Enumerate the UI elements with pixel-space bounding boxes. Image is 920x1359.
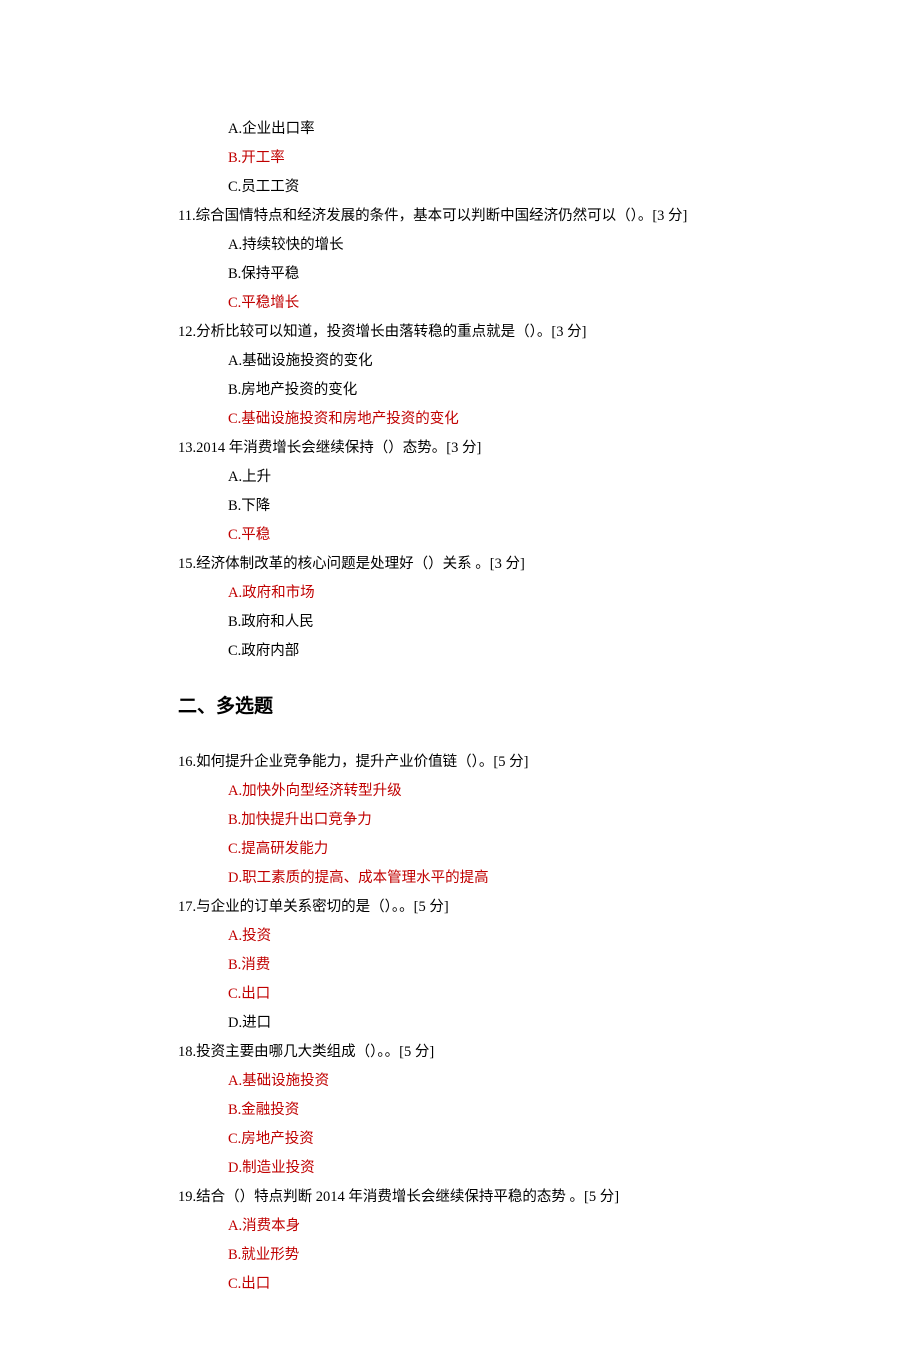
question-stem: 11.综合国情特点和经济发展的条件，基本可以判断中国经济仍然可以（）。[3 分] xyxy=(178,202,778,231)
question-stem: 17.与企业的订单关系密切的是（）。。[5 分] xyxy=(178,893,778,922)
option: C.政府内部 xyxy=(228,637,778,666)
option-correct: D.职工素质的提高、成本管理水平的提高 xyxy=(228,864,778,893)
option: B.政府和人民 xyxy=(228,608,778,637)
option-correct: C.提高研发能力 xyxy=(228,835,778,864)
option-correct: A.投资 xyxy=(228,922,778,951)
option-correct: A.消费本身 xyxy=(228,1212,778,1241)
section-title-multiple-choice: 二、多选题 xyxy=(178,688,778,726)
option-correct: B.加快提升出口竞争力 xyxy=(228,806,778,835)
page-content: A.企业出口率 B.开工率 C.员工工资 11.综合国情特点和经济发展的条件，基… xyxy=(178,115,778,1299)
option: A.上升 xyxy=(228,463,778,492)
option: A.企业出口率 xyxy=(228,115,778,144)
option: B.房地产投资的变化 xyxy=(228,376,778,405)
question-stem: 16.如何提升企业竞争能力，提升产业价值链（）。[5 分] xyxy=(178,748,778,777)
option: A.基础设施投资的变化 xyxy=(228,347,778,376)
option: C.员工工资 xyxy=(228,173,778,202)
option-correct: C.平稳 xyxy=(228,521,778,550)
option-correct: C.房地产投资 xyxy=(228,1125,778,1154)
option: D.进口 xyxy=(228,1009,778,1038)
option-correct: D.制造业投资 xyxy=(228,1154,778,1183)
option-correct: B.金融投资 xyxy=(228,1096,778,1125)
option-correct: A.加快外向型经济转型升级 xyxy=(228,777,778,806)
option-correct: C.平稳增长 xyxy=(228,289,778,318)
question-stem: 12.分析比较可以知道，投资增长由落转稳的重点就是（）。[3 分] xyxy=(178,318,778,347)
option: A.持续较快的增长 xyxy=(228,231,778,260)
question-stem: 18.投资主要由哪几大类组成（）。。[5 分] xyxy=(178,1038,778,1067)
question-stem: 15.经济体制改革的核心问题是处理好（）关系 。[3 分] xyxy=(178,550,778,579)
question-stem: 19.结合（）特点判断 2014 年消费增长会继续保持平稳的态势 。[5 分] xyxy=(178,1183,778,1212)
option-correct: C.出口 xyxy=(228,1270,778,1299)
option-correct: B.开工率 xyxy=(228,144,778,173)
option-correct: A.政府和市场 xyxy=(228,579,778,608)
option-correct: B.就业形势 xyxy=(228,1241,778,1270)
option: B.下降 xyxy=(228,492,778,521)
option-correct: B.消费 xyxy=(228,951,778,980)
option: B.保持平稳 xyxy=(228,260,778,289)
option-correct: C.出口 xyxy=(228,980,778,1009)
option-correct: C.基础设施投资和房地产投资的变化 xyxy=(228,405,778,434)
option-correct: A.基础设施投资 xyxy=(228,1067,778,1096)
question-stem: 13.2014 年消费增长会继续保持（）态势。[3 分] xyxy=(178,434,778,463)
